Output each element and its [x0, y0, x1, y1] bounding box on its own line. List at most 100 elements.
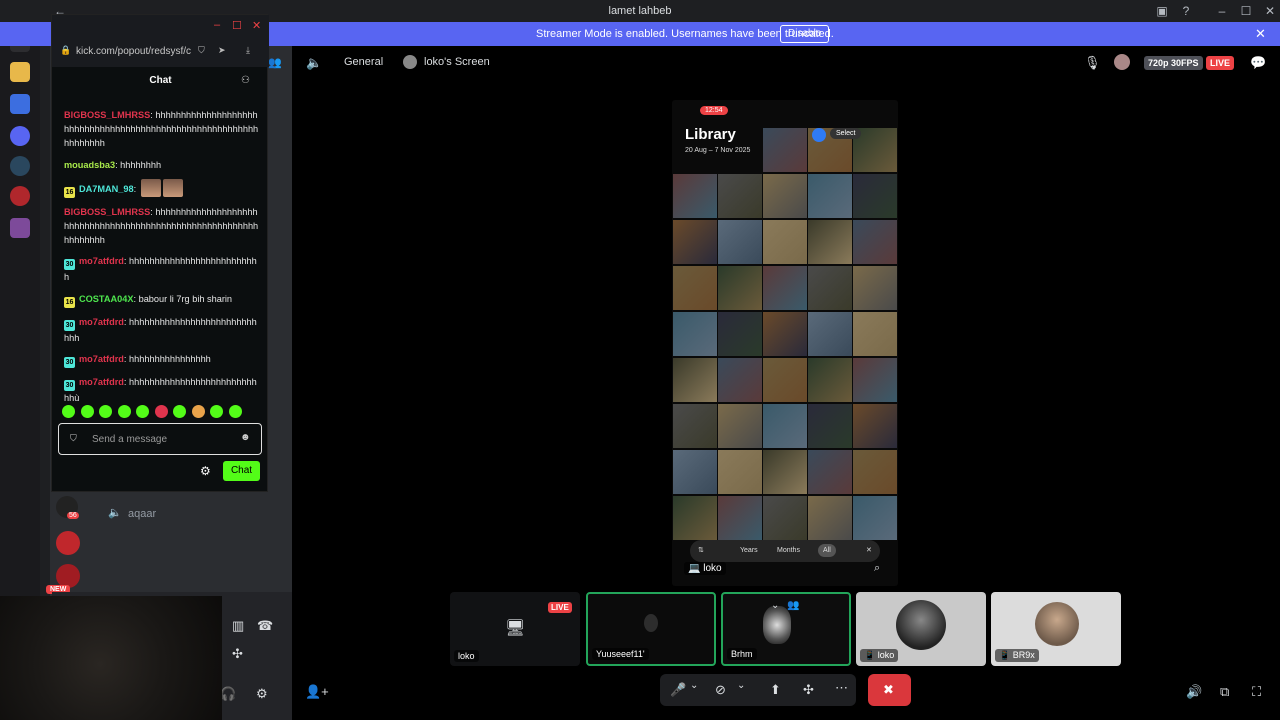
headphones-icon[interactable]: 🎧 — [220, 686, 236, 702]
photo-thumbnail[interactable] — [718, 312, 762, 356]
emote-icon[interactable] — [117, 405, 131, 418]
participant-tile[interactable]: Yuuseeef11' — [586, 592, 716, 666]
inbox-icon[interactable]: ▣ — [1154, 3, 1170, 19]
photo-thumbnail[interactable] — [808, 404, 852, 448]
sound-on-icon[interactable]: 🎙 — [1084, 55, 1101, 71]
photo-thumbnail[interactable] — [673, 404, 717, 448]
popout-minimize-icon[interactable]: – — [214, 19, 220, 31]
winrar-icon[interactable] — [10, 218, 30, 238]
help-icon[interactable]: ? — [1178, 3, 1194, 19]
tab-years[interactable]: Years — [740, 547, 758, 554]
viewer-avatar[interactable] — [1114, 54, 1130, 70]
photo-thumbnail[interactable] — [763, 404, 807, 448]
photo-thumbnail[interactable] — [853, 312, 897, 356]
photo-thumbnail[interactable] — [763, 266, 807, 310]
volume-icon[interactable]: 🔊 — [1186, 684, 1202, 700]
tab-months[interactable]: Months — [777, 547, 800, 554]
close-tabs-icon[interactable]: ✕ — [866, 546, 872, 554]
photo-thumbnail[interactable] — [718, 220, 762, 264]
photo-thumbnail[interactable] — [763, 450, 807, 494]
invite-icon[interactable]: 👤+ — [305, 684, 329, 700]
recording-icon[interactable] — [10, 186, 30, 206]
photo-thumbnail[interactable] — [808, 312, 852, 356]
emote-icon[interactable] — [136, 405, 149, 418]
photo-thumbnail[interactable] — [853, 174, 897, 218]
download-icon[interactable]: ⤓ — [246, 45, 250, 56]
steam-icon[interactable] — [10, 156, 30, 176]
message-input[interactable]: ⛉ Send a message ☻ — [58, 423, 262, 455]
activity-icon[interactable]: ✣ — [803, 682, 814, 698]
photo-thumbnail[interactable] — [808, 266, 852, 310]
photo-thumbnail[interactable] — [763, 312, 807, 356]
emote-icon[interactable] — [210, 405, 223, 418]
popout-icon[interactable]: ⧉ — [1220, 684, 1229, 700]
add-friend-icon[interactable]: 👥 — [268, 56, 282, 69]
photo-thumbnail[interactable] — [808, 358, 852, 402]
photo-thumbnail[interactable] — [808, 174, 852, 218]
more-options-icon[interactable]: ⋯ — [835, 680, 848, 696]
emote-icon[interactable] — [99, 405, 112, 418]
camera-options-chevron-icon[interactable]: ⌄ — [737, 680, 745, 691]
photo-thumbnail[interactable] — [763, 128, 807, 172]
file-explorer-icon[interactable] — [10, 62, 30, 82]
chevron-down-icon[interactable]: ⌄ — [771, 600, 779, 611]
photo-thumbnail[interactable] — [718, 174, 762, 218]
photo-thumbnail[interactable] — [853, 266, 897, 310]
popout-close-icon[interactable]: ✕ — [252, 19, 261, 32]
photo-thumbnail[interactable] — [763, 220, 807, 264]
photo-thumbnail[interactable] — [718, 404, 762, 448]
emote-icon[interactable] — [80, 405, 94, 418]
emote-icon[interactable] — [62, 405, 75, 418]
participant-tile[interactable]: 📱 loko — [856, 592, 986, 666]
shared-screen[interactable]: 12:54 Library 20 Aug – 7 Nov 2025 Select… — [672, 100, 898, 586]
server-avatar[interactable] — [56, 531, 80, 555]
chat-users-icon[interactable]: ⚇ — [241, 75, 250, 86]
maximize-icon[interactable]: ☐ — [1238, 3, 1254, 19]
photo-thumbnail[interactable] — [808, 496, 852, 540]
participant-tile[interactable]: 📱 BR9x — [991, 592, 1121, 666]
photo-thumbnail[interactable] — [718, 496, 762, 540]
emoji-icon[interactable]: ☻ — [240, 432, 251, 443]
photo-thumbnail[interactable] — [718, 266, 762, 310]
photo-thumbnail[interactable] — [763, 358, 807, 402]
microphone-icon[interactable]: 🎤 — [670, 682, 686, 698]
fullscreen-icon[interactable]: ⛶ — [1252, 684, 1261, 700]
popout-maximize-icon[interactable]: ☐ — [232, 19, 242, 32]
emote-icon[interactable] — [154, 405, 168, 418]
photo-thumbnail[interactable] — [853, 358, 897, 402]
camera-off-icon[interactable]: ⊘ — [715, 682, 726, 698]
photo-thumbnail[interactable] — [673, 312, 717, 356]
photo-thumbnail[interactable] — [673, 358, 717, 402]
close-icon[interactable]: ✕ — [1262, 3, 1278, 19]
app-icon[interactable] — [10, 94, 30, 114]
photo-thumbnail[interactable] — [853, 220, 897, 264]
close-banner-icon[interactable]: ✕ — [1255, 26, 1266, 42]
emote-icon[interactable] — [191, 405, 205, 418]
photo-thumbnail[interactable] — [673, 220, 717, 264]
activities-icon[interactable]: ✣ — [232, 646, 243, 662]
mic-options-chevron-icon[interactable]: ⌄ — [690, 680, 698, 691]
select-button[interactable]: Select — [830, 128, 862, 139]
participant-tile[interactable]: LIVE 🖥 loko — [450, 592, 580, 666]
photo-thumbnail[interactable] — [808, 220, 852, 264]
photo-thumbnail[interactable] — [853, 496, 897, 540]
emote-icon[interactable] — [173, 405, 186, 418]
discord-taskbar-icon[interactable] — [10, 126, 30, 146]
settings-gear-icon[interactable]: ⚙ — [256, 686, 268, 702]
photo-thumbnail[interactable] — [718, 358, 762, 402]
photo-thumbnail[interactable] — [808, 450, 852, 494]
photo-thumbnail[interactable] — [853, 404, 897, 448]
photo-thumbnail[interactable] — [673, 266, 717, 310]
photo-thumbnail[interactable] — [673, 174, 717, 218]
photo-thumbnail[interactable] — [673, 450, 717, 494]
chat-settings-icon[interactable]: ⚙ — [200, 464, 211, 478]
tab-all[interactable]: All — [818, 544, 836, 557]
voice-user-name[interactable]: aqaar — [128, 508, 156, 520]
participant-tile[interactable]: ⌄ 👥 Brhm — [721, 592, 851, 666]
search-icon[interactable] — [812, 128, 826, 142]
send-icon[interactable]: ➤ — [218, 45, 226, 56]
chat-send-button[interactable]: Chat — [223, 461, 260, 481]
photo-thumbnail[interactable] — [718, 450, 762, 494]
soundboard-icon[interactable]: ▥ — [232, 618, 244, 634]
sort-icon[interactable]: ⇅ — [698, 546, 704, 554]
